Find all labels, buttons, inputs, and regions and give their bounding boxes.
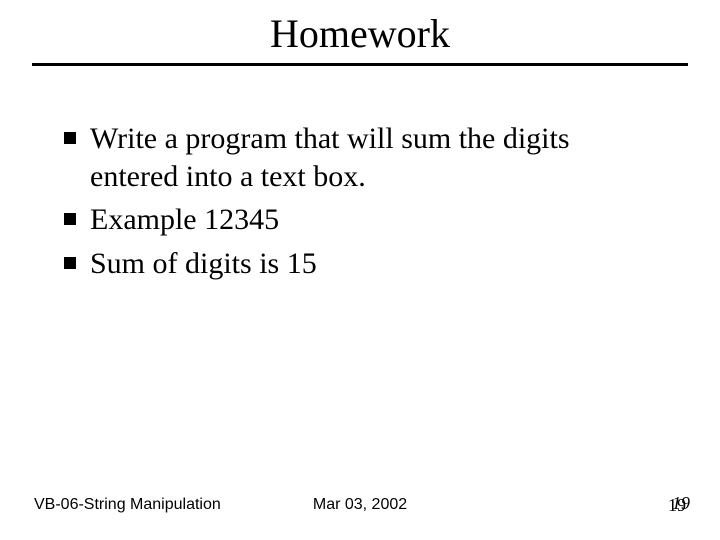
content-area: Write a program that will sum the digits… bbox=[64, 120, 656, 282]
square-bullet-icon bbox=[64, 132, 76, 144]
footer: VB-06-String Manipulation Mar 03, 2002 1… bbox=[0, 496, 720, 514]
bullet-text: Write a program that will sum the digits… bbox=[90, 120, 656, 195]
title-underline bbox=[32, 63, 688, 66]
bullet-text: Example 12345 bbox=[90, 201, 279, 239]
square-bullet-icon bbox=[64, 257, 76, 269]
list-item: Sum of digits is 15 bbox=[64, 245, 656, 283]
list-item: Example 12345 bbox=[64, 201, 656, 239]
slide: Homework Write a program that will sum t… bbox=[0, 0, 720, 540]
list-item: Write a program that will sum the digits… bbox=[64, 120, 656, 195]
slide-title: Homework bbox=[0, 0, 720, 63]
page-number-overlay: 19 bbox=[672, 493, 690, 514]
bullet-text: Sum of digits is 15 bbox=[90, 245, 317, 283]
square-bullet-icon bbox=[64, 213, 76, 225]
footer-left: VB-06-String Manipulation bbox=[34, 496, 221, 514]
